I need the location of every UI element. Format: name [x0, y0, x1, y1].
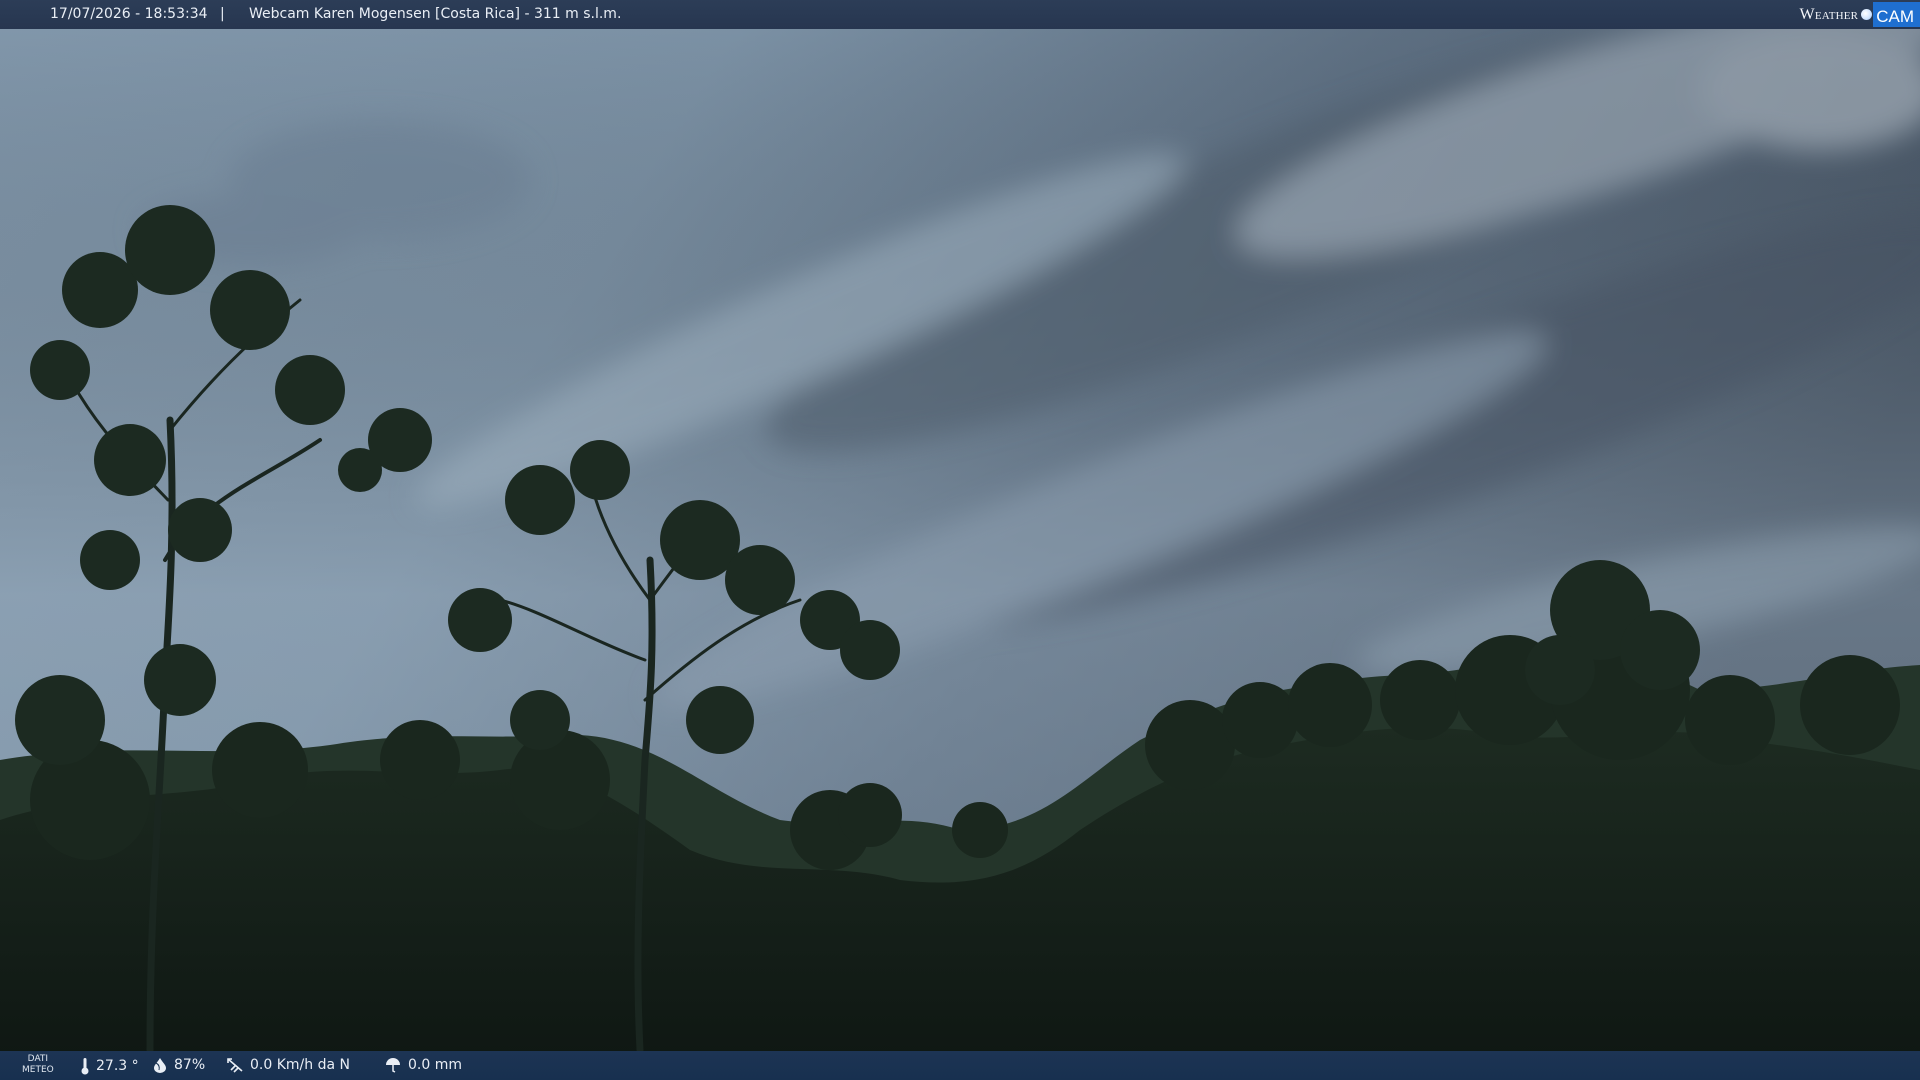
temperature-value: 27.3 ° — [96, 1058, 139, 1074]
droplet-icon — [154, 1058, 166, 1073]
meteo-label: DATI METEO — [22, 1054, 54, 1076]
wind-vane-icon — [227, 1058, 243, 1073]
wind-reading: 0.0 Km/h da N — [226, 1057, 350, 1073]
wind-value: 0.0 Km/h da N — [250, 1057, 350, 1073]
rain-value: 0.0 mm — [408, 1057, 462, 1073]
top-info-bar: 17/07/2026 - 18:53:34 | Webcam Karen Mog… — [0, 0, 1920, 29]
logo-weather-text: Weather — [1799, 5, 1859, 23]
webcam-scene — [0, 0, 1920, 1080]
humidity-reading: 87% — [152, 1057, 205, 1073]
rain-reading: 0.0 mm — [384, 1057, 462, 1073]
separator: | — [220, 6, 225, 22]
logo-cam-text: CAM — [1873, 2, 1920, 27]
weathercam-logo: Weather CAM — [1800, 0, 1920, 29]
logo-globe-icon — [1861, 9, 1873, 20]
temperature-reading: 27.3 ° — [80, 1057, 139, 1075]
rain-gauge-icon — [386, 1058, 400, 1073]
meteo-label-line1: DATI — [27, 1054, 49, 1064]
meteo-data-bar: DATI METEO 27.3 ° 87% 0.0 Km/h da N 0.0 … — [0, 1051, 1920, 1080]
webcam-location: Webcam Karen Mogensen [Costa Rica] - 311… — [249, 6, 622, 22]
webcam-frame: 17/07/2026 - 18:53:34 | Webcam Karen Mog… — [0, 0, 1920, 1080]
timestamp: 17/07/2026 - 18:53:34 — [50, 6, 208, 22]
meteo-label-line2: METEO — [22, 1065, 54, 1075]
humidity-value: 87% — [174, 1057, 206, 1073]
thermometer-icon — [81, 1058, 89, 1075]
